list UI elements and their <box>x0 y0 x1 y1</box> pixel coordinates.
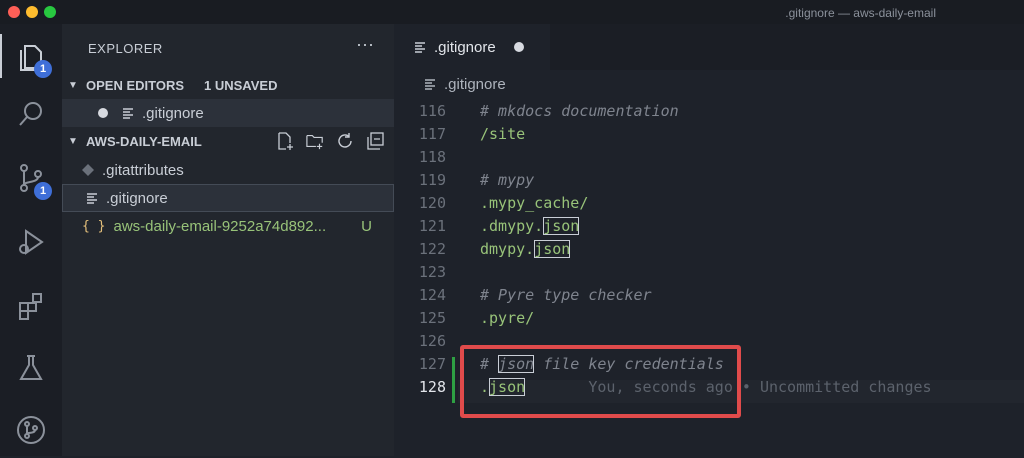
open-editor-filename: .gitignore <box>142 104 204 122</box>
breadcrumb-file: .gitignore <box>444 75 506 93</box>
lines-file-icon <box>86 192 98 204</box>
search-match: json <box>489 378 526 396</box>
open-editors-label: OPEN EDITORS <box>86 77 185 93</box>
title-bar: .gitignore — aws-daily-email <box>0 0 1024 24</box>
code-line: 117/site <box>418 125 526 143</box>
file-item-gitignore[interactable]: .gitignore <box>62 184 394 212</box>
explorer-badge: 1 <box>34 60 52 78</box>
scm-badge: 1 <box>34 182 52 200</box>
chevron-down-icon: ▼ <box>68 135 78 147</box>
code-line: 119 # mypy <box>418 171 535 189</box>
code-line-current: 128 .json You, seconds ago • Uncommitted … <box>418 378 932 396</box>
breadcrumb[interactable]: .gitignore <box>394 70 1024 98</box>
code-line: 116 # mkdocs documentation <box>418 102 679 120</box>
search-icon <box>19 102 42 126</box>
unsaved-count: 1 UNSAVED <box>204 77 278 93</box>
workspace-label: AWS-DAILY-EMAIL <box>86 133 202 149</box>
file-name: .gitattributes <box>102 161 184 179</box>
testing-activity[interactable] <box>0 340 62 396</box>
git-graph-activity[interactable] <box>0 402 62 458</box>
activity-bar: 1 1 <box>0 24 62 456</box>
run-debug-activity[interactable] <box>0 214 62 270</box>
lines-file-icon <box>424 78 436 90</box>
window-title: .gitignore — aws-daily-email <box>785 6 936 20</box>
explorer-activity[interactable]: 1 <box>0 28 62 84</box>
unsaved-dot-icon <box>98 108 108 118</box>
file-name: .gitignore <box>106 189 168 207</box>
code-line: 124 # Pyre type checker <box>418 286 652 304</box>
search-activity[interactable] <box>0 86 62 142</box>
git-graph-icon <box>17 416 45 444</box>
untracked-status: U <box>361 217 372 235</box>
open-editors-section[interactable]: ▼ OPEN EDITORS 1 UNSAVED <box>62 72 394 98</box>
code-line: 125 .pyre/ <box>418 309 535 327</box>
source-control-activity[interactable]: 1 <box>0 150 62 206</box>
search-match: json <box>534 240 571 258</box>
file-item-json[interactable]: { } aws-daily-email-9252a74d892... U <box>62 212 394 240</box>
search-match: json <box>498 355 535 373</box>
file-item-gitattributes[interactable]: .gitattributes <box>62 156 394 184</box>
tab-label: .gitignore <box>434 38 496 56</box>
explorer-sidebar: EXPLORER ··· ▼ OPEN EDITORS 1 UNSAVED .g… <box>62 24 394 456</box>
tab-bar: .gitignore <box>394 24 1024 70</box>
extensions-icon <box>19 293 42 320</box>
lines-file-icon <box>414 41 426 53</box>
editor-area: .gitignore .gitignore 116 # mkdocs docume… <box>394 24 1024 456</box>
git-diamond-icon <box>82 164 94 176</box>
code-line: 127 # json file key credentials <box>418 355 724 373</box>
refresh-icon[interactable] <box>336 132 354 150</box>
open-editor-item[interactable]: .gitignore <box>62 99 394 127</box>
run-debug-icon <box>19 229 44 255</box>
workspace-section[interactable]: ▼ AWS-DAILY-EMAIL <box>62 128 394 154</box>
file-name: aws-daily-email-9252a74d892... <box>113 217 327 235</box>
explorer-title: EXPLORER <box>88 41 163 56</box>
new-folder-icon[interactable] <box>306 132 324 150</box>
code-line: 121 .dmypy.json <box>418 217 580 235</box>
code-line: 118 <box>418 148 446 166</box>
chevron-down-icon: ▼ <box>68 79 78 91</box>
collapse-all-icon[interactable] <box>366 132 384 150</box>
flask-icon <box>19 355 43 380</box>
more-actions-button[interactable]: ··· <box>356 34 374 55</box>
unsaved-dot-icon[interactable] <box>513 42 524 52</box>
tab-gitignore[interactable]: .gitignore <box>394 24 550 70</box>
code-line: 122 dmypy.json <box>418 240 571 258</box>
lines-file-icon <box>122 107 134 119</box>
code-line: 126 <box>418 332 446 350</box>
extensions-activity[interactable] <box>0 278 62 334</box>
code-line: 123 <box>418 263 446 281</box>
search-match: json <box>543 217 580 235</box>
json-braces-icon: { } <box>82 218 106 234</box>
code-line: 120 .mypy_cache/ <box>418 194 589 212</box>
git-blame-annotation: You, seconds ago • Uncommitted changes <box>588 378 932 396</box>
new-file-icon[interactable] <box>276 132 294 150</box>
